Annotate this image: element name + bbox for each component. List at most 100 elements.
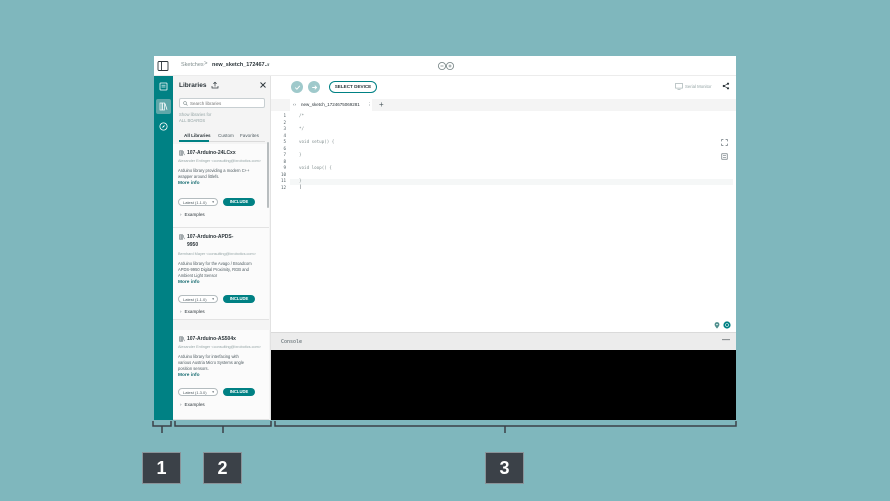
- version-value: Latest (1.1.0): [183, 200, 207, 205]
- document-icon[interactable]: [721, 153, 728, 160]
- minimize-console-button[interactable]: —: [722, 335, 730, 344]
- library-icon: [159, 102, 168, 111]
- tab-favorites[interactable]: Favorites: [240, 133, 259, 138]
- version-value: Latest (1.1.0): [183, 297, 207, 302]
- examples-label: Examples: [184, 212, 205, 217]
- library-card: 107-Arduino-24LCxx Alexander Entinger <c…: [173, 144, 269, 228]
- select-device-button[interactable]: SELECT DEVICE: [329, 81, 377, 93]
- more-vertical-icon[interactable]: ⋮: [367, 102, 372, 108]
- examples-label: Examples: [184, 309, 205, 314]
- console-header: Console —: [271, 332, 736, 350]
- breadcrumb-separator: >: [204, 61, 208, 67]
- library-description-line: wrapper around littlefs.: [178, 174, 220, 179]
- chevron-down-icon[interactable]: ▾: [267, 62, 270, 68]
- verify-button[interactable]: [291, 81, 303, 93]
- libraries-button[interactable]: [156, 99, 171, 114]
- chevron-right-icon: ›: [180, 402, 182, 407]
- upload-button[interactable]: [308, 81, 320, 93]
- add-tab-button[interactable]: +: [379, 100, 384, 109]
- examples-toggle[interactable]: › Examples: [180, 402, 205, 407]
- assistant-icon[interactable]: [723, 321, 731, 329]
- more-info-link[interactable]: More info: [178, 280, 200, 285]
- library-tabs: All Libraries Custom Favorites: [179, 132, 265, 142]
- line-number: 8: [283, 158, 286, 164]
- check-icon: [294, 85, 300, 90]
- library-book-icon: [179, 150, 185, 156]
- bracket-editor: [274, 421, 737, 433]
- expand-icon[interactable]: [721, 139, 728, 146]
- code-line: */: [299, 126, 305, 131]
- tab-all-libraries[interactable]: All Libraries: [184, 133, 211, 138]
- more-info-link[interactable]: More info: [178, 373, 200, 378]
- line-number: 12: [280, 184, 286, 190]
- search-input[interactable]: [190, 100, 262, 107]
- line-number: 4: [283, 132, 286, 138]
- bracket-libraries: [174, 421, 272, 433]
- active-tab-indicator: [179, 140, 209, 142]
- sidebar-toggle-icon[interactable]: [157, 60, 169, 72]
- ide-window: Sketches > new_sketch_172467... ▾ Librar…: [154, 56, 736, 420]
- marker-2: 2: [203, 452, 242, 484]
- examples-toggle[interactable]: › Examples: [180, 309, 205, 314]
- chevron-right-icon: ›: [180, 309, 182, 314]
- library-author: Alexander Entinger <consulting@lxrobotic…: [178, 159, 261, 163]
- file-tab[interactable]: ‹› new_sketch_1724675069281 ⋮: [290, 99, 372, 111]
- library-name: 107-Arduino-24LCxx: [187, 150, 236, 156]
- library-description-line: Ambient Light Sensor: [178, 273, 218, 278]
- line-number: 11: [280, 178, 286, 183]
- chevron-down-icon: ▾: [212, 390, 214, 394]
- sketchbook-icon: [159, 82, 168, 91]
- code-line: void setup() {: [299, 139, 335, 144]
- code-line: }: [299, 152, 302, 157]
- chevron-down-icon: ▾: [212, 297, 214, 301]
- marker-1: 1: [142, 452, 181, 484]
- serial-monitor-label[interactable]: Serial Monitor: [685, 84, 712, 89]
- line-number: 1: [283, 113, 286, 118]
- arrow-right-icon: [311, 84, 317, 90]
- breadcrumb-sketch-name[interactable]: new_sketch_172467...: [212, 62, 269, 68]
- close-icon[interactable]: [259, 81, 267, 89]
- more-info-link[interactable]: More info: [178, 181, 200, 186]
- bracket-rail: [152, 421, 172, 433]
- libraries-scrollbar[interactable]: [267, 142, 269, 208]
- file-tab-name: new_sketch_1724675069281: [301, 102, 360, 107]
- version-select[interactable]: Latest (1.3.0) ▾: [178, 388, 218, 396]
- share-icon[interactable]: [722, 82, 730, 90]
- library-description-line: position sensors.: [178, 366, 209, 371]
- include-button[interactable]: INCLUDE: [223, 198, 255, 206]
- tab-custom[interactable]: Custom: [218, 133, 234, 138]
- examples-toggle[interactable]: › Examples: [180, 212, 205, 217]
- include-button[interactable]: INCLUDE: [223, 295, 255, 303]
- version-select[interactable]: Latest (1.1.0) ▾: [178, 295, 218, 303]
- reference-button[interactable]: [156, 119, 171, 134]
- console-output[interactable]: [271, 350, 736, 420]
- code-file-icon: ‹›: [293, 102, 296, 107]
- upload-icon[interactable]: [211, 81, 219, 89]
- examples-label: Examples: [184, 402, 205, 407]
- library-book-icon: [179, 336, 185, 342]
- sketchbook-button[interactable]: [156, 79, 171, 94]
- code-editor[interactable]: 1 2 3 4 5 6 7 8 9 10 11 12 /* */ void se…: [271, 111, 736, 332]
- marker-3: 3: [485, 452, 524, 484]
- line-gutter: [271, 111, 290, 332]
- library-book-icon: [179, 234, 185, 240]
- version-select[interactable]: Latest (1.1.0) ▾: [178, 198, 218, 206]
- sidebar-rail: [154, 76, 173, 420]
- version-value: Latest (1.3.0): [183, 390, 207, 395]
- breadcrumb-sketches[interactable]: Sketches: [181, 62, 204, 68]
- library-search[interactable]: [179, 98, 265, 108]
- library-card: 107-Arduino-APDS- 9950 Bernhard Mayer <c…: [173, 228, 269, 320]
- include-button[interactable]: INCLUDE: [223, 388, 255, 396]
- line-number: 3: [283, 126, 286, 131]
- editor-area: SELECT DEVICE Serial Monitor ‹› new_sket…: [271, 76, 736, 420]
- board-filter[interactable]: ALL BOARDS: [179, 118, 205, 123]
- code-line: /*: [299, 113, 305, 118]
- line-number: 10: [280, 171, 286, 177]
- code-line: }: [299, 178, 302, 183]
- line-number: 9: [283, 165, 286, 170]
- file-tab-bar: ‹› new_sketch_1724675069281 ⋮ +: [271, 99, 736, 111]
- location-pin-icon[interactable]: [714, 322, 720, 329]
- code-line: void loop() {: [299, 165, 332, 170]
- text-cursor: |: [299, 184, 302, 189]
- serial-monitor-icon[interactable]: [675, 83, 683, 90]
